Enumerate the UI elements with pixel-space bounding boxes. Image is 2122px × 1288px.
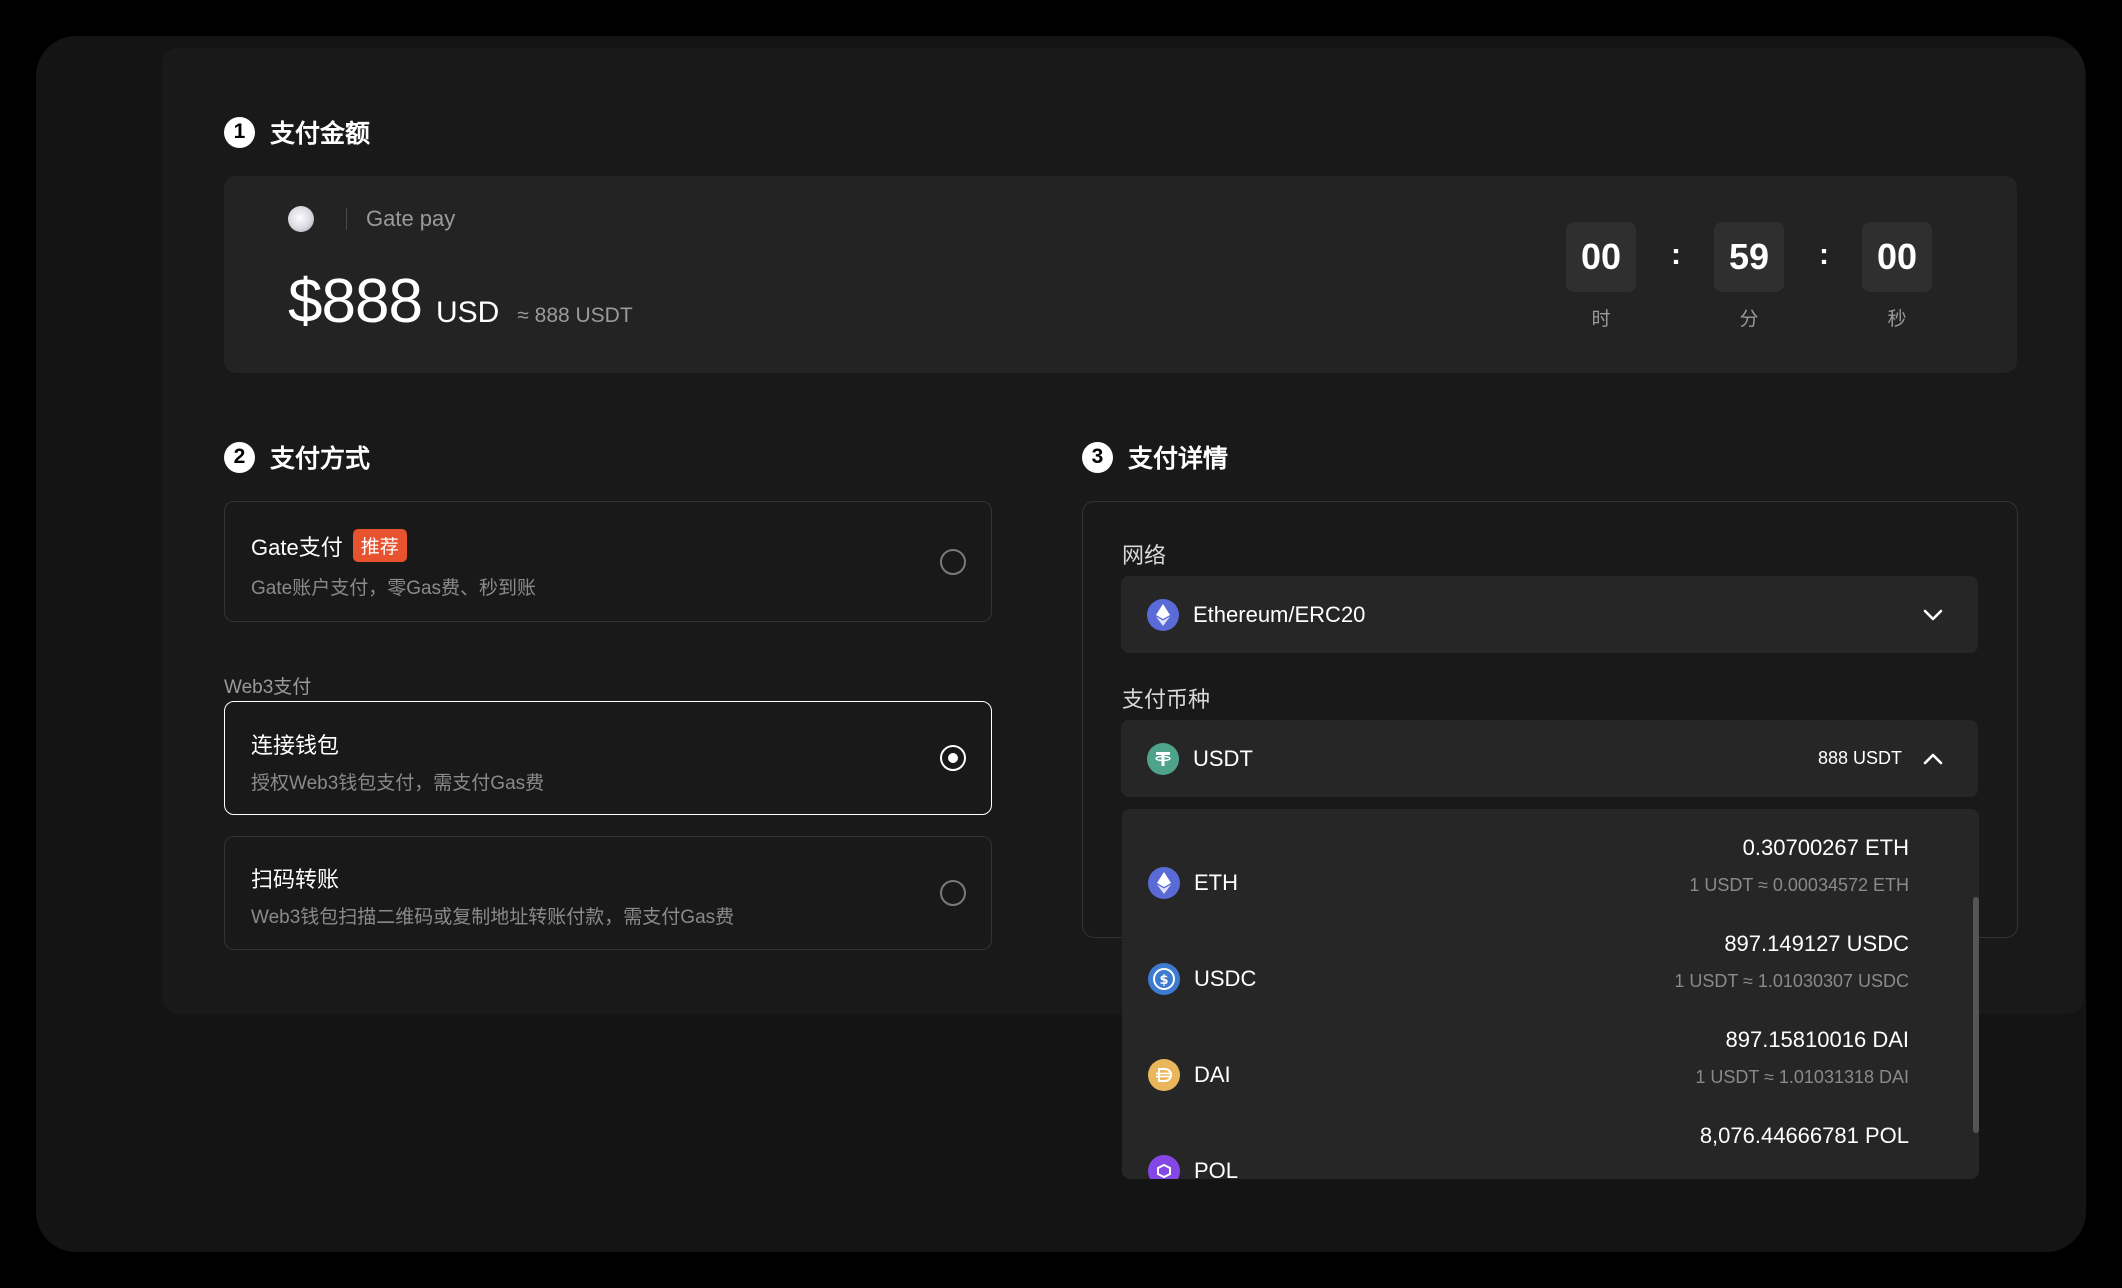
section-details-title: 3 支付详情: [1082, 439, 1228, 475]
dai-icon: [1148, 1059, 1180, 1091]
method-gate-title: Gate支付: [251, 534, 343, 560]
timer-hours-label: 时: [1591, 309, 1611, 330]
amount-value: $888: [288, 267, 423, 336]
amount-currency: USD: [435, 296, 500, 329]
currency-option-pol[interactable]: POL 8,076.44666781 POL: [1122, 1123, 1979, 1179]
currency-select[interactable]: USDT 888 USDT: [1121, 720, 1978, 797]
currency-option-amount: 897.15810016 DAI: [1725, 1027, 1910, 1052]
currency-option-usdc[interactable]: $ USDC 897.149127 USDC 1 USDT ≈ 1.010303…: [1122, 931, 1979, 1027]
timer-hours-value: 00: [1566, 222, 1636, 292]
timer-seconds: 00 秒: [1862, 222, 1932, 331]
amount-row: $888 USD ≈ 888 USDT: [288, 266, 633, 337]
timer-minutes-value: 59: [1714, 222, 1784, 292]
currency-option-name: ETH: [1194, 870, 1238, 895]
method-wallet-desc: 授权Web3钱包支付，需支付Gas费: [251, 773, 545, 794]
currency-option-name: DAI: [1194, 1062, 1231, 1087]
network-label: 网络: [1122, 543, 1167, 568]
method-qr-transfer[interactable]: 扫码转账 Web3钱包扫描二维码或复制地址转账付款，需支付Gas费: [224, 836, 992, 950]
method-qr-radio[interactable]: [940, 880, 966, 906]
currency-label: 支付币种: [1122, 687, 1211, 712]
step-2-badge: 2: [224, 441, 255, 473]
method-wallet-radio[interactable]: [940, 745, 966, 771]
currency-option-eth[interactable]: ETH 0.30700267 ETH 1 USDT ≈ 0.00034572 E…: [1122, 835, 1979, 931]
ethereum-icon: [1147, 598, 1179, 631]
currency-dropdown: ETH 0.30700267 ETH 1 USDT ≈ 0.00034572 E…: [1122, 809, 1979, 1179]
web3-section-label: Web3支付: [224, 677, 312, 698]
currency-value: USDT: [1193, 745, 1253, 771]
method-qr-desc: Web3钱包扫描二维码或复制地址转账付款，需支付Gas费: [251, 907, 735, 928]
currency-option-left: $ USDC: [1148, 963, 1256, 995]
amount-panel: Gate pay $888 USD ≈ 888 USDT 00 时 : 59 分…: [224, 176, 2017, 373]
network-value: Ethereum/ERC20: [1193, 601, 1366, 627]
timer-separator: :: [1819, 238, 1829, 271]
currency-option-left: ETH: [1148, 867, 1238, 899]
method-qr-title: 扫码转账: [251, 867, 340, 892]
usdc-icon: $: [1148, 963, 1180, 995]
section-details-label: 支付详情: [1128, 445, 1229, 473]
method-connect-wallet[interactable]: 连接钱包 授权Web3钱包支付，需支付Gas费: [224, 701, 992, 815]
currency-option-amount: 8,076.44666781 POL: [1699, 1123, 1909, 1148]
currency-option-left: POL: [1148, 1155, 1238, 1179]
currency-option-amount: 897.149127 USDC: [1724, 931, 1909, 956]
pol-icon: [1148, 1155, 1180, 1179]
amount-approx: ≈ 888 USDT: [517, 304, 633, 327]
currency-option-rate: 1 USDT ≈ 1.01031318 DAI: [1695, 1067, 1909, 1087]
currency-option-rate: 1 USDT ≈ 0.00034572 ETH: [1689, 875, 1909, 895]
merchant-logo-icon: [288, 206, 314, 232]
chevron-down-icon: [1923, 609, 1943, 620]
chevron-up-icon: [1923, 753, 1943, 764]
dropdown-scrollbar[interactable]: [1973, 897, 1979, 1133]
recommended-badge: 推荐: [352, 529, 407, 562]
timer-separator: :: [1671, 238, 1681, 271]
eth-icon: [1148, 867, 1180, 899]
section-amount-label: 支付金额: [270, 120, 371, 148]
svg-text:$: $: [1159, 973, 1168, 988]
usdt-icon: [1147, 742, 1179, 775]
currency-option-left: DAI: [1148, 1059, 1231, 1091]
merchant-row: Gate pay: [288, 206, 455, 232]
method-gate-pay[interactable]: Gate支付 推荐 Gate账户支付，零Gas费、秒到账: [224, 501, 992, 622]
currency-option-rate: 1 USDT ≈ 1.01030307 USDC: [1674, 971, 1909, 991]
method-gate-title-row: Gate支付 推荐: [251, 529, 407, 562]
currency-option-amount: 0.30700267 ETH: [1742, 835, 1909, 860]
timer-seconds-label: 秒: [1887, 309, 1907, 330]
section-method-label: 支付方式: [270, 445, 371, 473]
currency-option-dai[interactable]: DAI 897.15810016 DAI 1 USDT ≈ 1.01031318…: [1122, 1027, 1979, 1123]
section-method-title: 2 支付方式: [224, 439, 370, 475]
merchant-divider: [346, 208, 347, 230]
section-amount-title: 1 支付金额: [224, 114, 370, 150]
currency-option-name: USDC: [1194, 966, 1257, 991]
timer-minutes-label: 分: [1739, 309, 1759, 330]
step-1-badge: 1: [224, 116, 255, 148]
timer-hours: 00 时: [1566, 222, 1636, 331]
timer-seconds-value: 00: [1862, 222, 1932, 292]
timer-minutes: 59 分: [1714, 222, 1784, 331]
merchant-name: Gate pay: [366, 206, 456, 231]
currency-amount: 888 USDT: [1817, 748, 1902, 768]
network-select[interactable]: Ethereum/ERC20: [1121, 576, 1978, 653]
method-gate-desc: Gate账户支付，零Gas费、秒到账: [251, 578, 537, 599]
method-wallet-title: 连接钱包: [251, 733, 340, 758]
currency-option-name: POL: [1194, 1158, 1239, 1179]
method-gate-radio[interactable]: [940, 548, 966, 575]
step-3-badge: 3: [1082, 441, 1113, 473]
